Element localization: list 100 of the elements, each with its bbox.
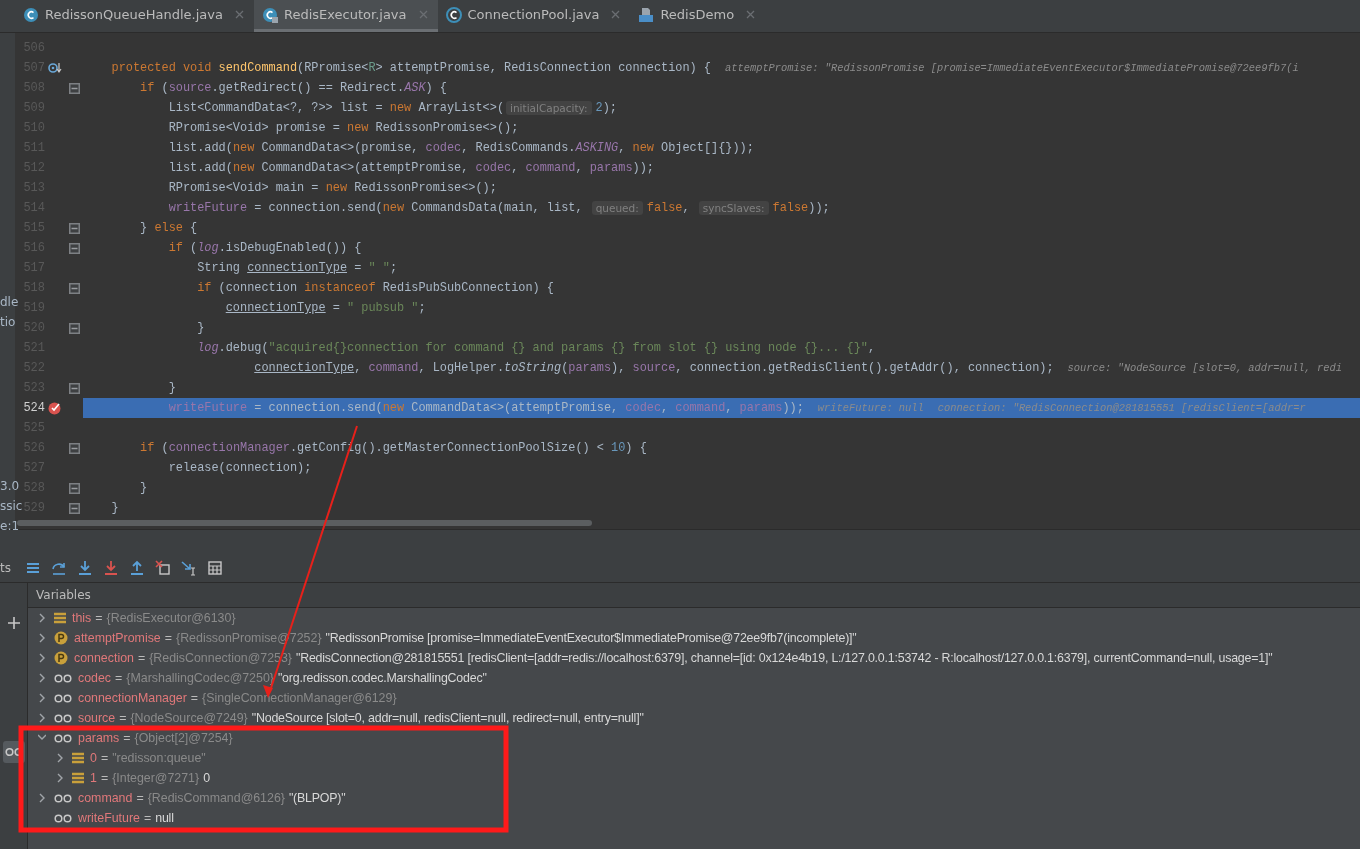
code-text: List<CommandData<?, ?>> list = new ArrayList<>( xyxy=(167,101,505,115)
glasses-icon xyxy=(54,693,72,703)
step-into-icon[interactable] xyxy=(76,560,93,576)
file-tab[interactable]: RedissonQueueHandle.java xyxy=(15,0,254,32)
variable-type: {NodeSource@7249} xyxy=(130,711,248,725)
step-out-icon[interactable] xyxy=(128,560,145,576)
code-text: protected void sendCommand(RPromise<R> attemptPromise, RedisConnection connection) { xyxy=(110,61,711,75)
field-icon xyxy=(54,612,66,624)
equals-sign: = xyxy=(137,651,146,665)
glasses-icon xyxy=(54,673,72,683)
fold-marker-icon[interactable] xyxy=(68,482,80,494)
variable-type: {RedisExecutor@6130} xyxy=(106,611,236,625)
fold-marker-icon[interactable] xyxy=(68,82,80,94)
add-icon[interactable] xyxy=(7,617,20,629)
code-text: release(connection); xyxy=(167,461,312,475)
variable-name: this xyxy=(72,611,92,625)
variable-name: connection xyxy=(74,651,134,665)
close-icon[interactable] xyxy=(611,10,621,19)
variable-value: null xyxy=(155,811,174,825)
panel-text-fragment: 3.0 xyxy=(0,479,20,493)
java-class-icon xyxy=(23,6,39,23)
close-icon[interactable] xyxy=(746,10,756,19)
breakpoint-icon[interactable] xyxy=(48,401,62,415)
parameter-icon xyxy=(54,631,68,645)
glasses-icon xyxy=(54,793,72,803)
field-icon xyxy=(72,752,84,764)
glasses-icon xyxy=(54,713,72,723)
code-text: String connectionType = " "; xyxy=(196,261,397,275)
code-text: connectionType, command, LogHelper.toString(params), source, connection.getRedisClient().getAddr(), connection); xyxy=(253,361,1054,375)
code-text: if (source.getRedirect() == Redirect.ASK) { xyxy=(139,81,447,95)
panel-title: Variables xyxy=(36,588,91,602)
variable-value: "NodeSource [slot=0, addr=null, redisClient=null, redirect=null, entry=null]" xyxy=(251,711,644,725)
code-text: } xyxy=(167,381,176,395)
fold-marker-icon[interactable] xyxy=(68,222,80,234)
code-text: false)); xyxy=(772,201,830,215)
drop-frame-icon[interactable] xyxy=(154,560,171,576)
equals-sign: = xyxy=(95,611,103,625)
equals-sign: = xyxy=(144,811,152,825)
equals-sign: = xyxy=(123,731,131,745)
file-tab[interactable]: RedisDemo xyxy=(630,0,766,32)
run-to-cursor-icon[interactable] xyxy=(180,560,197,576)
code-text: writeFuture = connection.send(new CommandsData(main, list, xyxy=(167,201,584,215)
fold-marker-icon[interactable] xyxy=(68,282,80,294)
equals-sign: = xyxy=(164,631,172,645)
java-class-icon xyxy=(445,6,462,23)
variable-type: {SingleConnectionManager@6129} xyxy=(202,691,397,705)
equals-sign: = xyxy=(100,771,109,785)
variable-type: {Integer@7271} xyxy=(112,771,200,785)
calculator-icon[interactable] xyxy=(206,560,223,576)
variable-name: params xyxy=(78,731,120,745)
variable-name: writeFuture xyxy=(78,811,140,825)
variable-value: "RedisConnection@281815551 [redisClient=[addr=redis://localhost:6379], channel=[id: 0x124e4b19, L:/127.0.0.1:53742 - R:localhost/127.0.0.1:6379], currentCommand=null, usage=1]" xyxy=(296,651,1273,665)
variable-name: attemptPromise xyxy=(74,631,161,645)
file-tab[interactable]: RedisExecutor.java xyxy=(254,0,438,32)
frames-list-icon[interactable] xyxy=(24,560,41,576)
glasses-icon xyxy=(54,733,72,743)
parameter-hint: initialCapacity: xyxy=(506,101,592,115)
variable-type: {Object[2]@7254} xyxy=(134,731,233,745)
inline-debug-value: connection: "RedisConnection@281815551 [redisClient=[addr=r xyxy=(937,402,1306,414)
fold-marker-icon[interactable] xyxy=(68,382,80,394)
force-step-into-icon[interactable] xyxy=(102,560,119,576)
file-tab[interactable]: ConnectionPool.java xyxy=(437,0,631,32)
close-icon[interactable] xyxy=(235,10,244,19)
glasses-icon xyxy=(54,813,72,823)
fold-marker-icon[interactable] xyxy=(68,502,80,514)
variable-value: "org.redisson.codec.MarshallingCodec" xyxy=(277,671,487,685)
toolbar-text-fragment: ts xyxy=(0,561,11,575)
code-text: } xyxy=(110,501,119,515)
panel-text-fragment: tio xyxy=(0,315,16,329)
code-text: } xyxy=(139,481,148,495)
inline-debug-value: writeFuture: null xyxy=(817,402,924,414)
fold-marker-icon[interactable] xyxy=(68,322,80,334)
code-text: writeFuture = connection.send(new CommandData<>(attemptPromise, codec, command, params)); xyxy=(167,401,804,415)
variable-name: 0 xyxy=(90,751,97,765)
code-text: list.add(new CommandData<>(attemptPromise, codec, command, params)); xyxy=(167,161,654,175)
variable-name: command xyxy=(78,791,133,805)
code-text: RPromise<Void> main = new RedissonPromise<>(); xyxy=(167,181,497,195)
code-text: list.add(new CommandData<>(promise, codec, RedisCommands.ASKING, new Object[]{})); xyxy=(167,141,754,155)
variable-value: 0 xyxy=(203,771,210,785)
variable-type: "redisson:queue" xyxy=(112,751,206,765)
horizontal-scrollbar[interactable] xyxy=(17,520,592,526)
fold-marker-icon[interactable] xyxy=(68,242,80,254)
code-text: false, xyxy=(646,201,691,215)
variable-value: "RedissonPromise [promise=ImmediateEventExecutor$ImmediatePromise@72ee9fb7(incomplete)]" xyxy=(325,631,857,645)
equals-sign: = xyxy=(136,791,144,805)
inline-debug-value: source: "NodeSource [slot=0, addr=null, redi xyxy=(1067,362,1342,374)
field-icon xyxy=(72,772,84,784)
step-over-icon[interactable] xyxy=(50,560,67,576)
java-class-icon xyxy=(262,6,278,23)
variable-type: {MarshallingCodec@7250} xyxy=(126,671,274,685)
code-text: if (connection instanceof RedisPubSubConnection) { xyxy=(196,281,554,295)
line-number: 524 xyxy=(22,401,45,415)
code-text: RPromise<Void> promise = new RedissonPromise<>(); xyxy=(167,121,519,135)
parameter-hint: syncSlaves: xyxy=(698,201,769,215)
variable-type: {RedisCommand@6126} xyxy=(147,791,285,805)
parameter-hint: queued: xyxy=(591,201,643,215)
override-method-icon[interactable] xyxy=(48,62,62,74)
variable-name: source xyxy=(78,711,116,725)
fold-marker-icon[interactable] xyxy=(68,442,80,454)
panel-text-fragment: e:1 xyxy=(0,519,20,533)
